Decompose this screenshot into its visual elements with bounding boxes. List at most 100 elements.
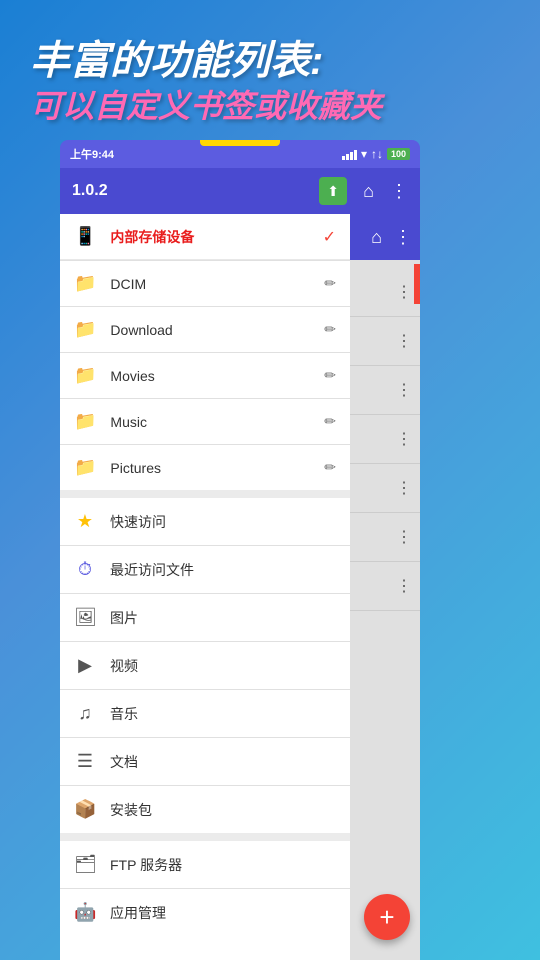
home-icon[interactable]: ⌂ [363,181,374,202]
three-dots-icon[interactable]: ⋮ [396,576,412,596]
three-dots-icon[interactable]: ⋮ [396,478,412,498]
three-dots-icon[interactable]: ⋮ [396,282,412,302]
folder-name-dcim: DCIM [110,276,324,292]
star-icon: ★ [74,511,96,532]
folder-item-dcim[interactable]: 📁 DCIM ✏ [60,261,350,306]
app-version: 1.0.2 [72,182,108,200]
signal-bar-1 [342,156,345,160]
sidebar: 📱 内部存储设备 ✓ 📁 DCIM ✏ 📁 Download ✏ [60,214,350,960]
docs-item[interactable]: ☰ 文档 [60,738,350,785]
three-dots-icon[interactable]: ⋮ [396,429,412,449]
quick-label-recent: 最近访问文件 [110,560,336,580]
right-panel-item: ⋮ [350,562,420,611]
edit-icon[interactable]: ✏ [324,459,336,476]
right-panel-item: ⋮ [350,415,420,464]
video-icon: ▶ [74,655,96,676]
right-panel-item: ⋮ [350,268,420,317]
recent-icon: ⏱ [74,559,96,580]
main-content: 📱 内部存储设备 ✓ 📁 DCIM ✏ 📁 Download ✏ [60,214,420,960]
quick-label-bookmark: 快速访问 [110,512,336,532]
red-tab [414,264,420,304]
folder-icon: 📁 [74,411,96,432]
music-item[interactable]: ♫ 音乐 [60,690,350,737]
right-more-icon[interactable]: ⋮ [394,227,412,248]
music-icon: ♫ [74,703,96,724]
three-dots-icon[interactable]: ⋮ [396,380,412,400]
storage-icon: 📱 [74,226,96,247]
app-manager-item[interactable]: 🤖 应用管理 [60,889,350,936]
wifi-icon: ▾ [361,147,367,161]
battery-icon: 100 [387,148,410,160]
promo-area: 丰富的功能列表: 可以自定义书签或收藏夹 [0,0,540,155]
folder-item-pictures[interactable]: 📁 Pictures ✏ [60,445,350,490]
apk-item[interactable]: 📦 安装包 [60,786,350,833]
promo-line1: 丰富的功能列表: [30,39,323,83]
app-header: 1.0.2 ⬆ ⌂ ⋮ [60,168,420,214]
signal-bars-icon [342,148,357,160]
check-icon: ✓ [323,227,336,247]
folder-icon: 📁 [74,365,96,386]
more-options-icon[interactable]: ⋮ [390,181,408,202]
folder-item-download[interactable]: 📁 Download ✏ [60,307,350,352]
edit-icon[interactable]: ✏ [324,275,336,292]
right-panel-item: ⋮ [350,513,420,562]
server-icon: 🗂 [74,854,96,875]
quick-label-pictures: 图片 [110,608,336,628]
right-panel-header: ⌂ ⋮ [350,214,420,260]
storage-header-item[interactable]: 📱 内部存储设备 ✓ [60,214,350,260]
package-icon: 📦 [74,799,96,820]
folder-name-movies: Movies [110,368,324,384]
share-icon: ⬆ [327,183,339,200]
android-icon: 🤖 [74,902,96,923]
folder-item-music[interactable]: 📁 Music ✏ [60,399,350,444]
quick-label-app-manager: 应用管理 [110,903,336,923]
video-item[interactable]: ▶ 视频 [60,642,350,689]
signal-bar-4 [354,150,357,160]
quick-label-video: 视频 [110,656,336,676]
quick-label-music: 音乐 [110,704,336,724]
header-actions: ⬆ ⌂ ⋮ [319,177,408,205]
status-time: 上午9:44 [70,146,114,162]
quick-label-docs: 文档 [110,752,336,772]
folder-item-movies[interactable]: 📁 Movies ✏ [60,353,350,398]
right-panel-items: ⋮ ⋮ ⋮ ⋮ ⋮ ⋮ ⋮ [350,260,420,619]
folder-icon: 📁 [74,457,96,478]
right-panel-item: ⋮ [350,366,420,415]
signal-bar-2 [346,154,349,160]
three-dots-icon[interactable]: ⋮ [396,527,412,547]
fab-plus-icon: + [379,902,394,933]
document-icon: ☰ [74,751,96,772]
right-panel-item: ⋮ [350,317,420,366]
status-icons: ▾ ↑↓ 100 [342,147,410,161]
section-divider [60,833,350,841]
fab-button[interactable]: + [364,894,410,940]
signal-strength-icon: ↑↓ [371,147,383,161]
storage-label: 内部存储设备 [110,227,322,247]
three-dots-icon[interactable]: ⋮ [396,331,412,351]
share-button[interactable]: ⬆ [319,177,347,205]
folder-section: 📁 DCIM ✏ 📁 Download ✏ 📁 Movies ✏ [60,261,350,490]
pictures-item[interactable]: 🖼 图片 [60,594,350,641]
right-panel-item: ⋮ [350,464,420,513]
server-section: 🗂 FTP 服务器 🤖 应用管理 [60,841,350,936]
folder-name-pictures: Pictures [110,460,324,476]
ftp-server-item[interactable]: 🗂 FTP 服务器 [60,841,350,888]
quick-section: ★ 快速访问 ⏱ 最近访问文件 🖼 图片 ▶ 视频 [60,498,350,833]
section-divider [60,490,350,498]
recent-files-item[interactable]: ⏱ 最近访问文件 [60,546,350,593]
quick-access-item[interactable]: ★ 快速访问 [60,498,350,545]
signal-bar-3 [350,152,353,160]
right-home-icon[interactable]: ⌂ [371,227,382,248]
right-panel: ⌂ ⋮ ⋮ ⋮ ⋮ ⋮ ⋮ ⋮ [350,214,420,960]
image-icon: 🖼 [74,607,96,628]
promo-line2: 可以自定义书签或收藏夹 [30,87,382,125]
edit-icon[interactable]: ✏ [324,367,336,384]
folder-icon: 📁 [74,273,96,294]
folder-name-download: Download [110,322,324,338]
edit-icon[interactable]: ✏ [324,413,336,430]
folder-name-music: Music [110,414,324,430]
folder-icon: 📁 [74,319,96,340]
yellow-bar [200,140,280,146]
quick-label-apk: 安装包 [110,800,336,820]
edit-icon[interactable]: ✏ [324,321,336,338]
